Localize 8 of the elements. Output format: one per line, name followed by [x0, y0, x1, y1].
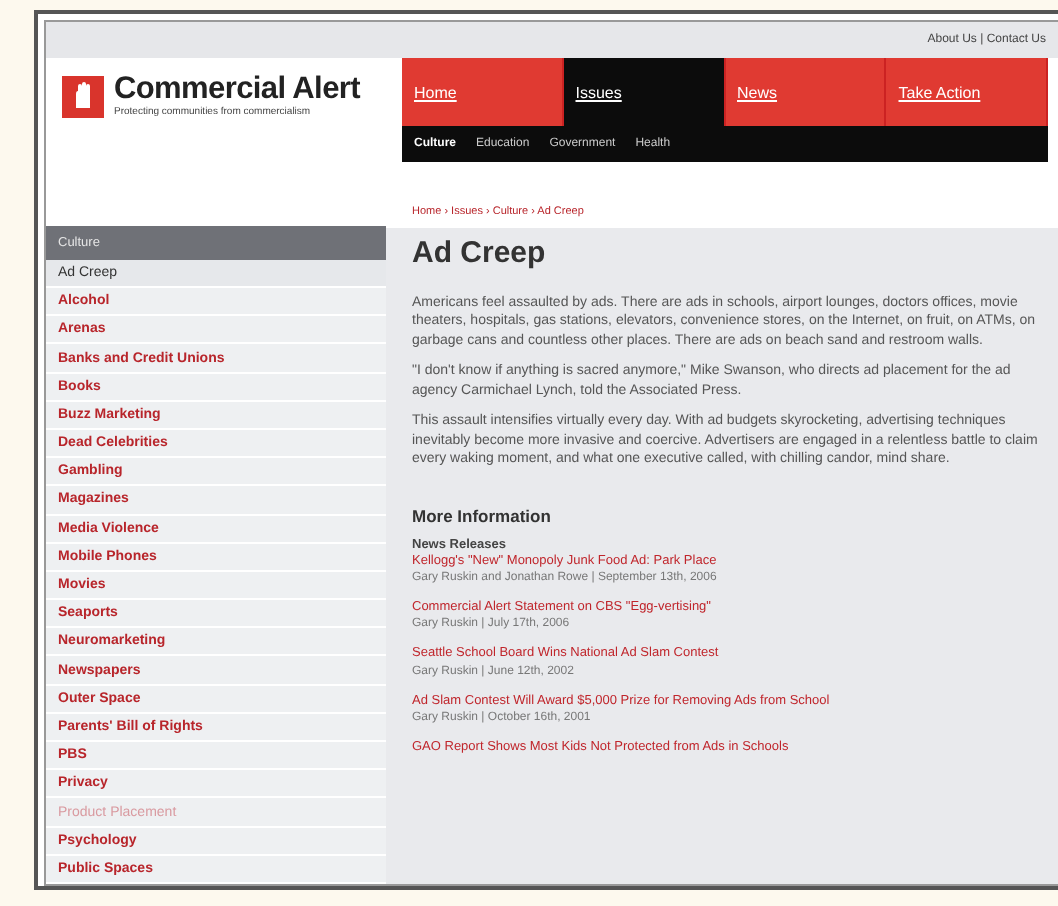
nav-tab[interactable]: Take Action: [886, 58, 1048, 126]
nav-tab[interactable]: News: [725, 58, 887, 126]
page-title: Ad Creep: [412, 236, 548, 270]
nav-tab[interactable]: Home: [402, 58, 564, 126]
site-logo-name[interactable]: Commercial Alert: [114, 74, 360, 106]
nav-tab[interactable]: Issues: [563, 58, 725, 126]
hand-logo-icon: [62, 75, 104, 117]
section-heading: More Information: [412, 505, 553, 525]
